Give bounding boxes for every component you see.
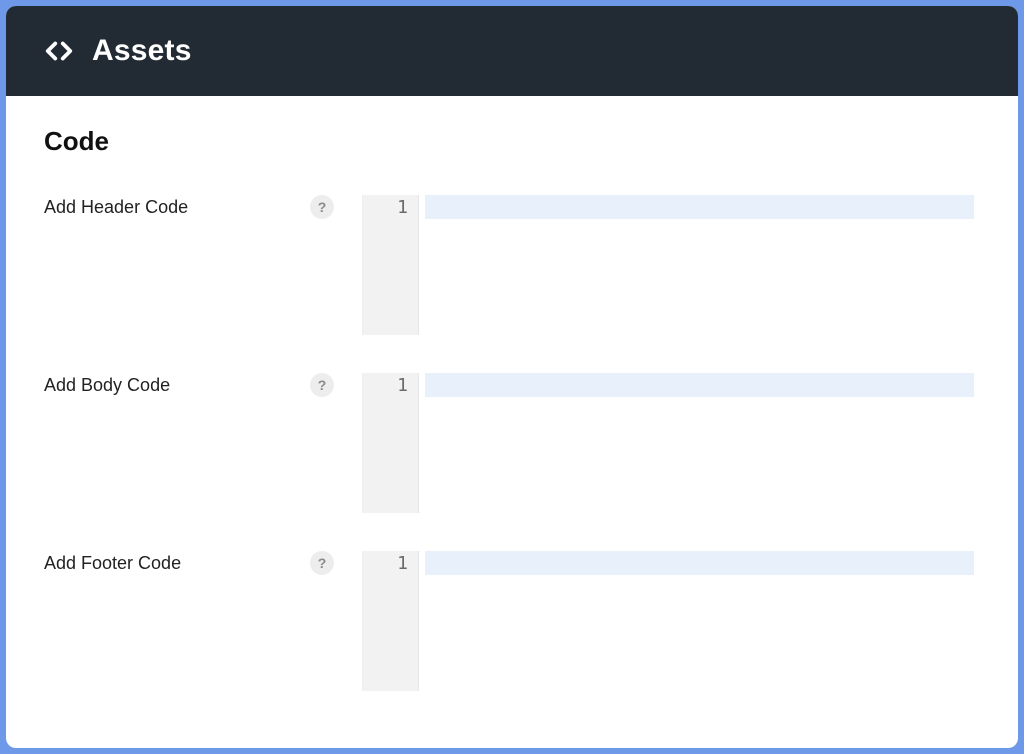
field-label-footer-code: Add Footer Code	[44, 553, 300, 574]
field-label-body-code: Add Body Code	[44, 375, 300, 396]
header-code-input[interactable]	[419, 195, 980, 335]
panel-title: Assets	[92, 34, 192, 68]
editor-gutter: 1	[363, 551, 419, 691]
panel-content: Code Add Header Code ? 1 Add Body Code	[6, 96, 1018, 748]
code-editor-header: 1	[362, 195, 980, 335]
editor-area	[419, 195, 980, 335]
editor-area	[419, 551, 980, 691]
field-label-header-code: Add Header Code	[44, 197, 300, 218]
help-icon[interactable]: ?	[310, 551, 334, 575]
line-number: 1	[363, 553, 408, 574]
field-row: Add Header Code ? 1	[44, 195, 980, 335]
body-code-input[interactable]	[419, 373, 980, 513]
code-editor-body: 1	[362, 373, 980, 513]
field-row: Add Footer Code ? 1	[44, 551, 980, 691]
line-number: 1	[363, 197, 408, 218]
code-icon	[44, 36, 74, 66]
editor-gutter: 1	[363, 373, 419, 513]
field-label-wrap: Add Header Code ?	[44, 195, 334, 219]
help-icon[interactable]: ?	[310, 373, 334, 397]
footer-code-input[interactable]	[419, 551, 980, 691]
section-title: Code	[44, 126, 980, 157]
editor-gutter: 1	[363, 195, 419, 335]
line-number: 1	[363, 375, 408, 396]
help-icon[interactable]: ?	[310, 195, 334, 219]
panel-header: Assets	[6, 6, 1018, 96]
assets-panel: Assets Code Add Header Code ? 1 Add	[6, 6, 1018, 748]
code-editor-footer: 1	[362, 551, 980, 691]
field-label-wrap: Add Body Code ?	[44, 373, 334, 397]
editor-area	[419, 373, 980, 513]
field-label-wrap: Add Footer Code ?	[44, 551, 334, 575]
field-row: Add Body Code ? 1	[44, 373, 980, 513]
